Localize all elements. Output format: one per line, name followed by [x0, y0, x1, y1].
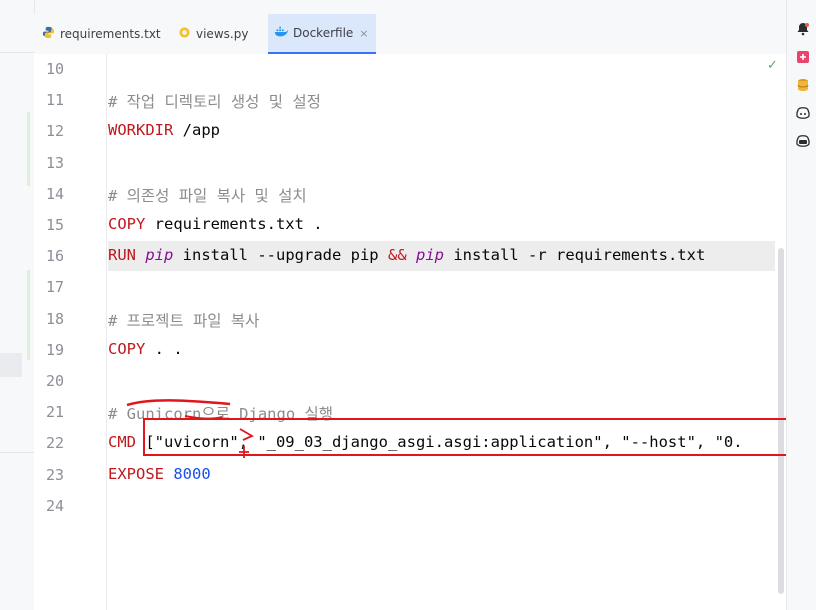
annotation-layer: [126, 399, 254, 458]
ai-assistant-icon[interactable]: [795, 50, 811, 66]
copilot-icon[interactable]: [795, 106, 811, 122]
strike-mark: [126, 399, 231, 407]
database-icon[interactable]: [795, 78, 811, 94]
right-tool-window-bar: [786, 0, 816, 610]
copilot-chat-icon[interactable]: [795, 134, 811, 150]
notifications-icon[interactable]: [795, 22, 811, 38]
highlight-box: [143, 418, 804, 456]
